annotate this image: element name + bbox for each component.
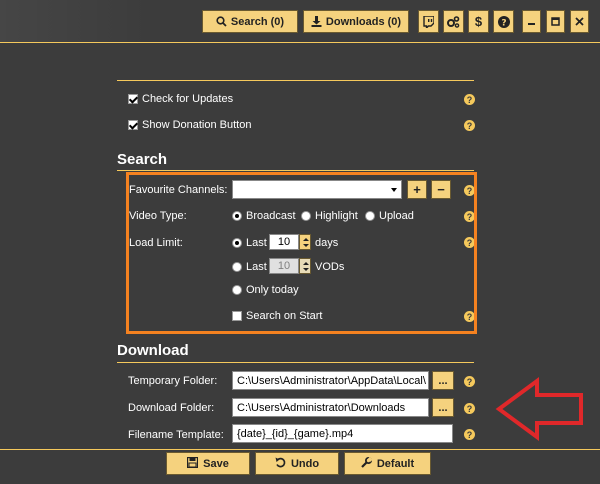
temp-folder-label: Temporary Folder:: [128, 375, 218, 387]
minimize-icon: [527, 17, 536, 26]
undo-button[interactable]: Undo: [255, 452, 339, 475]
annotation-arrow-icon: [495, 377, 583, 441]
search-tab-label: Search (0): [230, 15, 285, 28]
temp-folder-browse-button[interactable]: ...: [432, 371, 454, 390]
wrench-icon: [361, 456, 373, 471]
save-label: Save: [203, 457, 229, 470]
donate-button[interactable]: $: [468, 10, 489, 33]
twitch-button[interactable]: [418, 10, 439, 33]
filename-template-input[interactable]: {date}_{id}_{game}.mp4: [232, 424, 453, 443]
section-divider-general: [117, 80, 474, 81]
twitch-icon: [423, 15, 434, 28]
title-bar-divider: [0, 42, 600, 43]
search-icon: [216, 16, 227, 27]
download-icon: [311, 16, 322, 27]
show-donation-help-icon[interactable]: ?: [464, 120, 475, 131]
save-icon: [186, 456, 199, 471]
undo-label: Undo: [290, 457, 320, 470]
download-folder-label: Download Folder:: [128, 402, 215, 414]
default-button[interactable]: Default: [344, 452, 431, 475]
maximize-icon: [551, 17, 560, 26]
temp-folder-input[interactable]: C:\Users\Administrator\AppData\Local\: [232, 371, 429, 390]
check-updates-help-icon[interactable]: ?: [464, 94, 475, 105]
title-bar-shine: [0, 0, 150, 42]
check-updates-label: Check for Updates: [142, 93, 234, 105]
dollar-icon: $: [474, 14, 483, 29]
close-button[interactable]: [570, 10, 589, 33]
section-divider-search: [117, 170, 474, 171]
close-icon: [575, 17, 584, 26]
maximize-button[interactable]: [546, 10, 565, 33]
save-button[interactable]: Save: [166, 452, 250, 475]
default-label: Default: [376, 457, 415, 470]
app-window: Search (0) Downloads (0) $ ? Check for U…: [0, 0, 600, 484]
minimize-button[interactable]: [522, 10, 541, 33]
search-tab-button[interactable]: Search (0): [202, 10, 298, 33]
filename-template-label: Filename Template:: [128, 429, 224, 441]
scrollbar[interactable]: [590, 43, 600, 449]
downloads-tab-button[interactable]: Downloads (0): [303, 10, 409, 33]
search-highlight-box: [126, 172, 477, 334]
section-divider-download: [117, 362, 474, 363]
title-bar: Search (0) Downloads (0) $ ?: [0, 0, 600, 42]
check-updates-option[interactable]: Check for Updates: [128, 93, 233, 105]
svg-text:?: ?: [501, 18, 506, 28]
show-donation-checkbox[interactable]: [128, 120, 138, 130]
show-donation-label: Show Donation Button: [142, 119, 252, 131]
show-donation-option[interactable]: Show Donation Button: [128, 119, 251, 131]
filename-template-help-icon[interactable]: ?: [464, 429, 475, 440]
download-folder-browse-button[interactable]: ...: [432, 398, 454, 417]
download-section-heading: Download: [117, 342, 189, 359]
settings-button[interactable]: [443, 10, 464, 33]
downloads-tab-label: Downloads (0): [325, 15, 402, 28]
temp-folder-help-icon[interactable]: ?: [464, 376, 475, 387]
help-button[interactable]: ?: [493, 10, 514, 33]
check-updates-checkbox[interactable]: [128, 94, 138, 104]
download-folder-help-icon[interactable]: ?: [464, 403, 475, 414]
search-section-heading: Search: [117, 151, 168, 168]
cogs-icon: [447, 15, 460, 28]
question-icon: ?: [497, 15, 510, 28]
download-folder-input[interactable]: C:\Users\Administrator\Downloads: [232, 398, 429, 417]
undo-icon: [275, 457, 286, 471]
